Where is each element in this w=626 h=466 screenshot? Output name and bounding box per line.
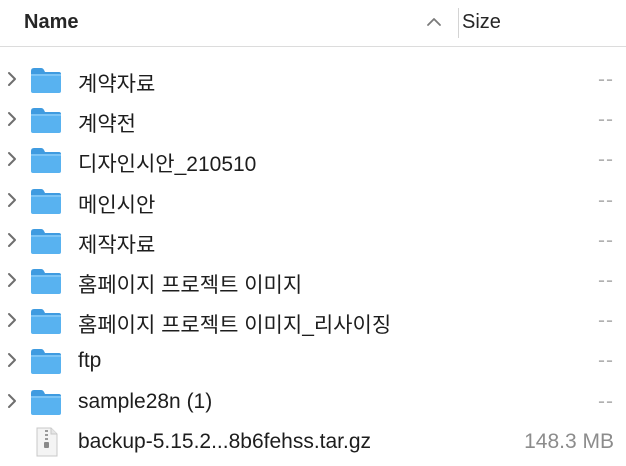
file-size: --	[598, 148, 614, 172]
file-row[interactable]: 디자인시안_210510 --	[0, 140, 626, 180]
folder-icon	[31, 108, 61, 134]
file-name: 홈페이지 프로젝트 이미지_리사이징	[78, 314, 392, 338]
file-size: --	[598, 108, 614, 132]
folder-icon	[31, 188, 61, 214]
file-name: 계약전	[78, 113, 136, 137]
file-name: backup-5.15.2...8b6fehss.tar.gz	[78, 429, 372, 453]
chevron-right-icon[interactable]	[4, 190, 20, 210]
file-name: 메인시안	[78, 193, 156, 217]
file-row[interactable]: 계약전 --	[0, 100, 626, 140]
folder-icon	[31, 68, 61, 93]
chevron-right-icon[interactable]	[4, 310, 20, 330]
chevron-right-icon[interactable]	[4, 149, 20, 169]
chevron-right-icon[interactable]	[4, 270, 20, 290]
size-column-header[interactable]: Size	[462, 11, 501, 34]
file-row[interactable]: 메인시안 --	[0, 181, 626, 221]
folder-icon	[31, 349, 61, 375]
file-size: --	[598, 389, 614, 413]
file-size: --	[598, 309, 614, 333]
name-column-header[interactable]: Name	[24, 11, 78, 34]
archive-file-icon	[36, 427, 58, 457]
file-name: 홈페이지 프로젝트 이미지	[78, 273, 303, 297]
chevron-right-icon[interactable]	[4, 109, 20, 129]
file-row[interactable]: 제작자료 --	[0, 221, 626, 261]
file-size: --	[598, 188, 614, 212]
file-list: 계약자료 -- 계약전 -- 디자인시안_210510 -- 메인시안 -- 제작자료 -- 홈페이…	[0, 60, 626, 462]
folder-icon	[31, 228, 61, 254]
file-row[interactable]: 홈페이지 프로젝트 이미지 --	[0, 261, 626, 301]
chevron-right-icon[interactable]	[4, 230, 20, 250]
list-header: Name Size	[0, 0, 626, 47]
file-row[interactable]: backup-5.15.2...8b6fehss.tar.gz 148.3 MB	[0, 422, 626, 462]
folder-icon	[31, 389, 61, 415]
file-row[interactable]: 계약자료 --	[0, 60, 626, 100]
file-size: --	[598, 349, 614, 373]
file-name: 제작자료	[78, 233, 156, 257]
file-size: 148.3 MB	[524, 429, 614, 453]
file-size: --	[598, 228, 614, 252]
chevron-right-icon[interactable]	[4, 69, 20, 89]
file-row[interactable]: ftp --	[0, 341, 626, 381]
file-name: 디자인시안_210510	[78, 153, 257, 177]
folder-icon	[31, 268, 61, 294]
column-divider[interactable]	[458, 8, 459, 38]
folder-icon	[31, 309, 61, 335]
file-size: --	[598, 68, 614, 91]
chevron-right-icon[interactable]	[4, 391, 20, 411]
chevron-up-icon[interactable]	[424, 12, 444, 32]
file-name: 계약자료	[78, 73, 156, 96]
file-row[interactable]: sample28n (1) --	[0, 382, 626, 422]
file-row[interactable]: 홈페이지 프로젝트 이미지_리사이징 --	[0, 301, 626, 341]
chevron-right-icon[interactable]	[4, 350, 20, 370]
folder-icon	[31, 148, 61, 174]
file-name: sample28n (1)	[78, 389, 213, 413]
file-size: --	[598, 268, 614, 292]
file-name: ftp	[78, 349, 102, 373]
